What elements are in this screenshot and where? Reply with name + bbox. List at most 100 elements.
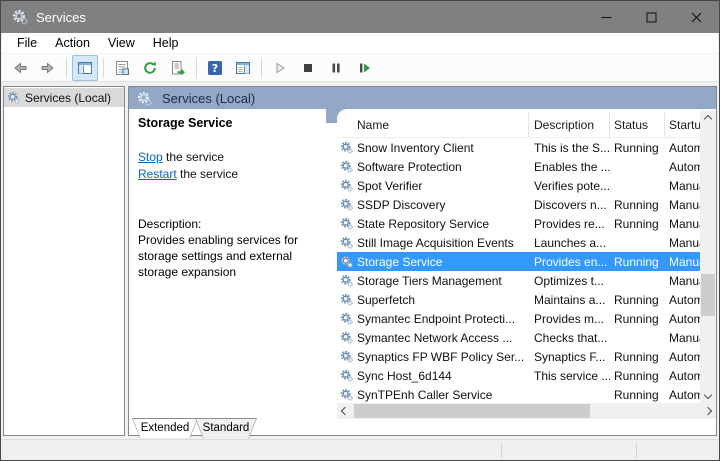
tab-standard-label: Standard xyxy=(195,418,257,438)
scroll-up-icon[interactable] xyxy=(700,111,716,127)
menu-file[interactable]: File xyxy=(8,34,46,52)
stop-service-icon[interactable] xyxy=(295,55,321,81)
column-header-status[interactable]: Status xyxy=(610,113,665,137)
pane-banner: Services (Local) xyxy=(129,87,716,109)
service-startup-type: Automatic xyxy=(665,141,700,155)
service-description: Verifies pote... xyxy=(529,179,610,193)
toolbar-separator xyxy=(66,58,67,78)
list-header: Name Description Status Startup Type xyxy=(337,109,700,138)
table-row[interactable]: Storage Tiers ManagementOptimizes t...Ma… xyxy=(337,271,700,290)
service-startup-type: Manual xyxy=(665,236,700,250)
table-row[interactable]: Symantec Network Access ... Checks that..… xyxy=(337,328,700,347)
service-status: Running xyxy=(610,293,665,307)
scroll-left-icon[interactable] xyxy=(337,403,353,419)
service-startup-type: Automatic xyxy=(665,293,700,307)
maximize-button[interactable] xyxy=(629,1,674,33)
tab-extended-label: Extended xyxy=(132,418,198,438)
services-app-icon xyxy=(12,9,28,25)
table-row[interactable]: SuperfetchMaintains a...RunningAutomatic xyxy=(337,290,700,309)
column-header-name[interactable]: Name xyxy=(337,113,529,137)
service-description: Checks that... xyxy=(529,331,610,345)
export-list-icon[interactable] xyxy=(165,55,191,81)
service-gear-icon xyxy=(340,255,353,268)
properties-icon[interactable] xyxy=(109,55,135,81)
table-row[interactable]: Sync Host_6d144This service ...RunningAu… xyxy=(337,366,700,385)
scroll-right-icon[interactable] xyxy=(700,403,716,419)
menu-bar: File Action View Help xyxy=(2,33,718,54)
refresh-icon[interactable] xyxy=(137,55,163,81)
services-list: Name Description Status Startup Type Sno… xyxy=(337,109,700,403)
service-name: Storage Tiers Management xyxy=(357,274,502,288)
table-row[interactable]: Storage ServiceProvides en...RunningManu… xyxy=(337,252,700,271)
minimize-button[interactable] xyxy=(584,1,629,33)
service-description: This service ... xyxy=(529,369,610,383)
tab-extended[interactable]: Extended xyxy=(132,418,198,438)
vertical-scroll-thumb[interactable] xyxy=(701,274,715,316)
table-row[interactable]: SynTPEnh Caller ServiceRunningAutomatic xyxy=(337,385,700,403)
table-row[interactable]: State Repository ServiceProvides re...Ru… xyxy=(337,214,700,233)
show-console-tree-icon[interactable] xyxy=(72,55,98,81)
close-button[interactable] xyxy=(674,1,719,33)
table-row[interactable]: Still Image Acquisition EventsLaunches a… xyxy=(337,233,700,252)
service-status: Running xyxy=(610,350,665,364)
horizontal-scroll-thumb[interactable] xyxy=(354,404,590,418)
status-bar xyxy=(1,439,719,461)
column-header-description[interactable]: Description xyxy=(529,113,610,137)
service-gear-icon xyxy=(340,331,353,344)
table-row[interactable]: Synaptics FP WBF Policy Ser...Synaptics … xyxy=(337,347,700,366)
table-row[interactable]: Snow Inventory ClientThis is the S...Run… xyxy=(337,138,700,157)
stop-service-line: Stop the service xyxy=(138,149,330,166)
service-gear-icon xyxy=(340,369,353,382)
horizontal-scrollbar[interactable] xyxy=(337,403,716,419)
forward-icon[interactable] xyxy=(35,55,61,81)
service-name: Sync Host_6d144 xyxy=(357,369,452,383)
help-icon[interactable]: ? xyxy=(202,55,228,81)
menu-action[interactable]: Action xyxy=(46,34,99,52)
service-gear-icon xyxy=(340,217,353,230)
service-startup-type: Manual xyxy=(665,217,700,231)
title-bar[interactable]: Services xyxy=(1,1,719,33)
service-status: Running xyxy=(610,312,665,326)
service-description: Launches a... xyxy=(529,236,610,250)
service-name: SynTPEnh Caller Service xyxy=(357,388,492,402)
tab-standard[interactable]: Standard xyxy=(195,418,257,438)
service-gear-icon xyxy=(340,350,353,363)
service-name: State Repository Service xyxy=(357,217,489,231)
service-startup-type: Manual xyxy=(665,331,700,345)
service-name: Symantec Network Access ... xyxy=(357,331,512,345)
window-title: Services xyxy=(36,10,86,25)
service-gear-icon xyxy=(340,141,353,154)
back-icon[interactable] xyxy=(7,55,33,81)
service-description: Provides en... xyxy=(529,255,610,269)
restart-service-link[interactable]: Restart xyxy=(138,167,177,181)
status-separator xyxy=(636,443,637,458)
service-name: Storage Service xyxy=(357,255,442,269)
service-gear-icon xyxy=(340,388,353,401)
menu-help[interactable]: Help xyxy=(144,34,188,52)
stop-service-link[interactable]: Stop xyxy=(138,150,163,164)
sort-ascending-icon xyxy=(422,113,430,114)
service-startup-type: Automatic xyxy=(665,388,700,402)
tree-item-services-local[interactable]: Services (Local) xyxy=(4,88,124,107)
start-service-icon[interactable] xyxy=(267,55,293,81)
show-action-pane-icon[interactable] xyxy=(230,55,256,81)
scroll-down-icon[interactable] xyxy=(700,387,716,403)
service-gear-icon xyxy=(340,160,353,173)
service-status: Running xyxy=(610,198,665,212)
table-row[interactable]: Spot VerifierVerifies pote...Manual xyxy=(337,176,700,195)
service-name: Symantec Endpoint Protecti... xyxy=(357,312,515,326)
menu-view[interactable]: View xyxy=(99,34,144,52)
column-header-startup-type[interactable]: Startup Type xyxy=(665,113,700,137)
table-row[interactable]: Software ProtectionEnables the ...Automa… xyxy=(337,157,700,176)
pause-service-icon[interactable] xyxy=(323,55,349,81)
banner-gear-icon xyxy=(137,91,152,106)
toolbar: ? xyxy=(2,54,718,82)
service-gear-icon xyxy=(340,274,353,287)
vertical-scrollbar[interactable] xyxy=(700,111,716,403)
table-row[interactable]: Symantec Endpoint Protecti...Provides m.… xyxy=(337,309,700,328)
description-label: Description: xyxy=(138,216,330,232)
restart-service-icon[interactable] xyxy=(351,55,377,81)
service-startup-type: Manual xyxy=(665,255,700,269)
table-row[interactable]: SSDP DiscoveryDiscovers n...RunningManua… xyxy=(337,195,700,214)
service-gear-icon xyxy=(340,293,353,306)
